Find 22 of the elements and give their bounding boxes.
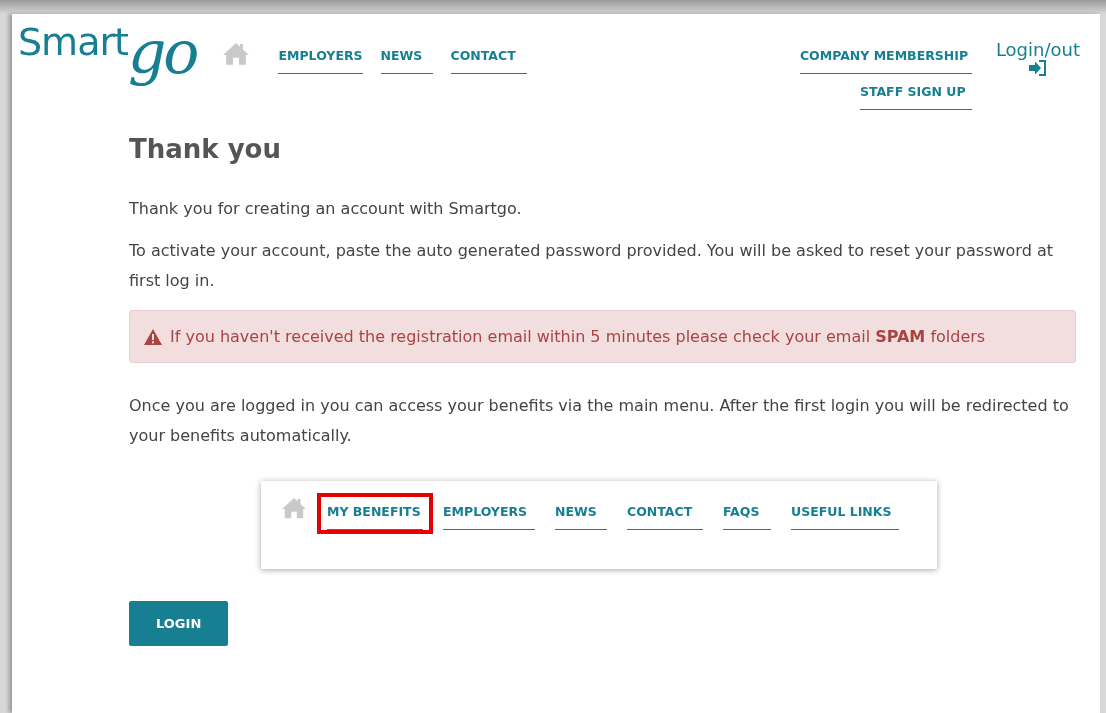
menu-link[interactable]: NEWS [555, 504, 607, 530]
nav-link[interactable]: NEWS [380, 48, 433, 74]
alert-text: If you haven't received the registration email within 5 minutes please check your email SPAM folders [170, 327, 986, 346]
menu-link[interactable]: FAQS [723, 504, 771, 530]
menu-link[interactable]: CONTACT [627, 504, 703, 530]
nav-link[interactable]: COMPANY MEMBERSHIP [799, 48, 972, 74]
paragraph: To activate your account, paste the auto generated password provided. You will be asked to reset your password at first log in. [129, 240, 1054, 292]
nav-link[interactable]: EMPLOYERS [278, 48, 363, 74]
paragraph: Once you are logged in you can access your benefits via the main menu. After the first login you will be redirected to your benefits automatically. [129, 395, 1070, 447]
nav-link[interactable]: STAFF SIGN UP [859, 84, 972, 110]
paragraph: Thank you for creating an account with Smartgo. [129, 198, 523, 220]
home-icon[interactable] [222, 42, 251, 66]
menu-link[interactable]: EMPLOYERS [443, 504, 535, 530]
nav-link[interactable]: CONTACT [450, 48, 527, 74]
menu-link[interactable]: USEFUL LINKS [791, 504, 899, 530]
page-heading: Thank you [129, 134, 282, 164]
home-icon[interactable] [281, 497, 307, 520]
warning-icon [144, 328, 162, 345]
login-link[interactable]: Login/out [995, 40, 1080, 76]
login-button[interactable]: LOGIN [129, 601, 229, 646]
menu-link[interactable]: MY BENEFITS [327, 504, 423, 530]
sign-in-icon [1028, 60, 1047, 76]
